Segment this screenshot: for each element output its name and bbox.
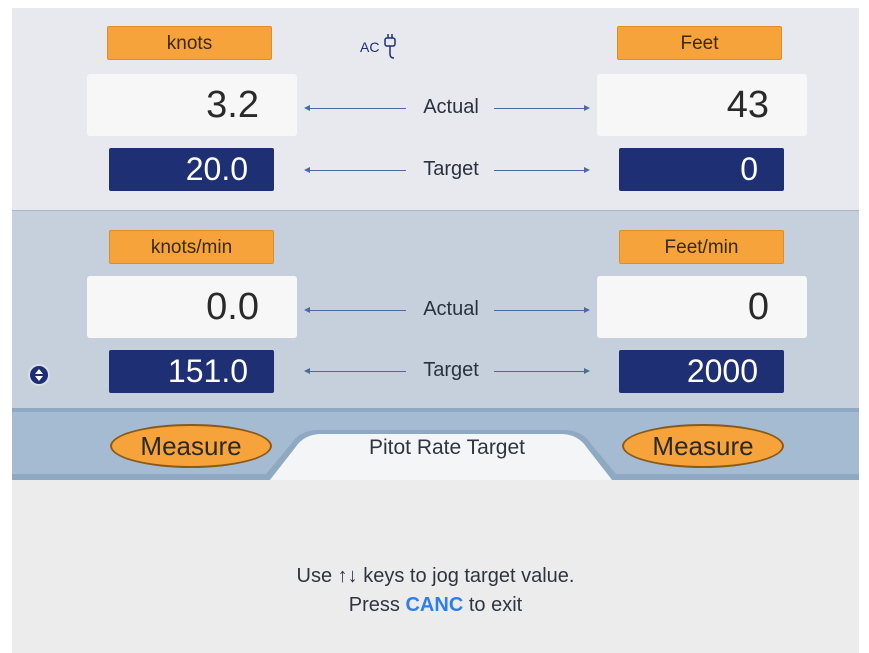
speed-actual-value: 3.2 (87, 74, 297, 136)
arrow-right-icon (584, 105, 590, 111)
target-label: Target (423, 359, 479, 381)
arrow-line (308, 108, 406, 109)
altitude-unit-label: Feet (617, 26, 782, 60)
altitude-rate-unit-label: Feet/min (619, 230, 784, 264)
actual-label: Actual (423, 298, 479, 320)
pitot-screen: knots Feet AC 3.2 43 Actual 20.0 0 Targe… (12, 8, 859, 653)
help-press-text: Press (348, 594, 400, 616)
arrow-right-icon (584, 368, 590, 374)
arrow-right-icon (584, 307, 590, 313)
altitude-actual-value: 43 (597, 74, 807, 136)
arrow-line (494, 108, 586, 109)
plug-icon (384, 34, 397, 59)
arrow-line (308, 371, 406, 372)
help-jog-instruction: Use ↑↓ keys to jog target value. (296, 565, 575, 587)
altitude-target-value[interactable]: 0 (619, 148, 784, 191)
target-label: Target (423, 158, 479, 180)
arrow-right-icon (584, 167, 590, 173)
speed-rate-actual-value: 0.0 (87, 276, 297, 338)
speed-rate-target-value[interactable]: 151.0 (109, 350, 274, 393)
speed-target-value[interactable]: 20.0 (109, 148, 274, 191)
altitude-rate-target-value[interactable]: 2000 (619, 350, 784, 393)
ac-label: AC (360, 39, 380, 55)
speed-rate-unit-label: knots/min (109, 230, 274, 264)
arrow-line (494, 310, 586, 311)
speed-unit-label: knots (107, 26, 272, 60)
arrow-line (494, 170, 586, 171)
tab-pitot-rate-target[interactable]: Pitot Rate Target (342, 436, 552, 460)
altitude-rate-actual-value: 0 (597, 276, 807, 338)
ac-power-indicator: AC (360, 34, 397, 60)
canc-key-label: CANC (405, 594, 464, 616)
arrow-line (308, 310, 406, 311)
arrow-line (308, 170, 406, 171)
measure-button-right[interactable]: Measure (622, 424, 784, 468)
measure-button-left[interactable]: Measure (110, 424, 272, 468)
actual-label: Actual (423, 96, 479, 118)
help-exit-instruction: Press CANC to exit (12, 594, 859, 617)
up-down-icon[interactable] (28, 364, 50, 386)
arrow-line (494, 371, 586, 372)
help-exit-text: to exit (468, 594, 523, 616)
